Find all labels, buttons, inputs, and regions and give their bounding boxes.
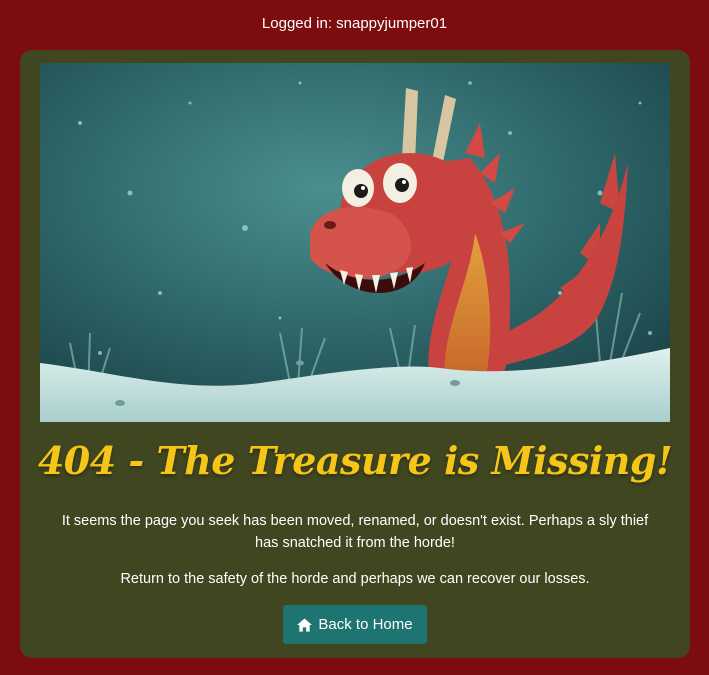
hero-image (40, 63, 670, 422)
return-message: Return to the safety of the horde and pe… (120, 571, 590, 587)
error-card: 404 - The Treasure is Missing! It seems … (20, 50, 690, 658)
page-title: 404 - The Treasure is Missing! (37, 438, 673, 483)
back-to-home-button[interactable]: Back to Home (283, 605, 427, 644)
home-icon (297, 617, 313, 632)
error-message: It seems the page you seek has been move… (61, 513, 649, 551)
login-status: Logged in: snappyjumper01 (261, 15, 448, 32)
back-to-home-label: Back to Home (318, 616, 413, 633)
